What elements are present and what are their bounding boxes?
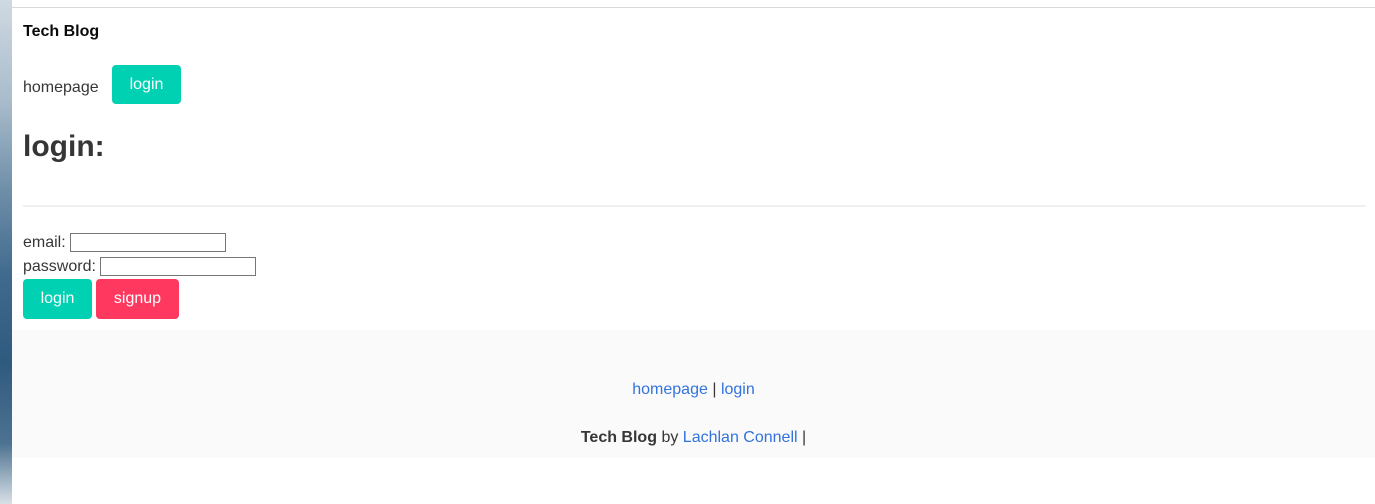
footer: homepage | login Tech Blog by Lachlan Co… — [12, 330, 1375, 458]
desktop-background — [0, 0, 12, 504]
password-input[interactable] — [99, 257, 256, 276]
signup-button[interactable]: signup — [96, 279, 179, 319]
footer-login-link[interactable]: login — [721, 381, 755, 398]
login-button[interactable]: login — [23, 279, 92, 319]
footer-author-link[interactable]: Lachlan Connell — [683, 429, 798, 446]
footer-by-text: by — [661, 429, 679, 446]
password-label: password: — [23, 257, 96, 275]
nav-login-button[interactable]: login — [112, 65, 181, 104]
password-row: password: — [23, 257, 256, 276]
email-input[interactable] — [69, 233, 226, 252]
footer-links: homepage | login — [12, 381, 1375, 399]
section-divider — [23, 205, 1366, 207]
site-brand: Tech Blog — [23, 23, 100, 40]
page-title: login: — [23, 130, 105, 163]
email-label: email: — [23, 233, 66, 251]
nav-homepage-link[interactable]: homepage — [23, 79, 99, 97]
footer-separator: | — [712, 381, 717, 398]
footer-credit: Tech Blog by Lachlan Connell | — [12, 429, 1375, 447]
footer-trailing-separator: | — [802, 429, 807, 446]
footer-homepage-link[interactable]: homepage — [632, 381, 708, 398]
email-row: email: — [23, 233, 226, 252]
browser-page: Tech Blog homepage login login: email: p… — [12, 0, 1375, 504]
top-divider — [12, 7, 1375, 8]
footer-brand: Tech Blog — [580, 429, 657, 446]
